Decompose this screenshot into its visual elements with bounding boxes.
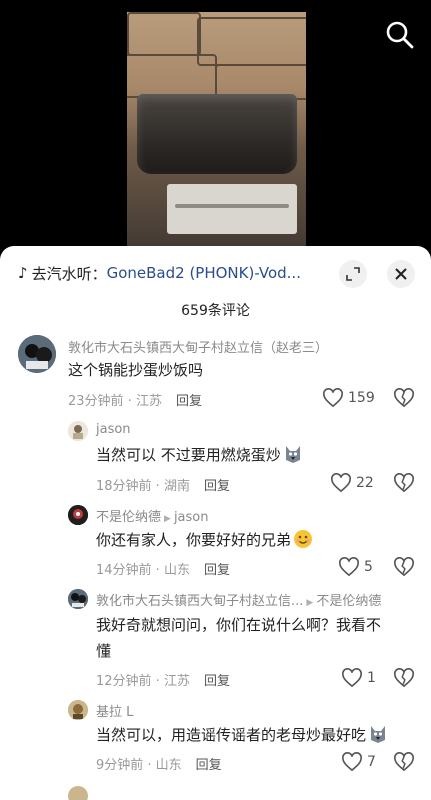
music-note-icon: ♪ [18,264,28,282]
broken-heart-icon[interactable] [393,388,415,408]
like-count: 7 [367,754,376,770]
comment-text: 这个锅能抄蛋炒饭吗 [68,361,204,379]
comment-time: 18分钟前 · 湖南 [96,479,190,494]
heart-icon [331,473,351,493]
search-icon[interactable] [385,20,415,50]
comment-username[interactable]: 基拉 L [96,701,133,720]
avatar[interactable] [68,700,88,720]
reply-target[interactable]: 不是伦纳德 [316,594,381,609]
broken-heart-icon[interactable] [393,668,415,688]
comment-time: 14分钟前 · 山东 [96,563,190,578]
wolf-emoji-icon [285,446,300,463]
comment-username: 敦化市大石头镇西大甸子村赵立信... ▶ 不是伦纳德 [96,594,382,609]
iron-pot [137,94,297,174]
comment-meta: 12分钟前 · 江苏 回复 [96,670,230,689]
comment-meta: 14分钟前 · 山东 回复 [96,559,230,578]
close-icon[interactable] [387,260,415,288]
broken-heart-icon[interactable] [393,473,415,493]
comment-time: 12分钟前 · 江苏 [96,674,190,689]
comment-count: 659条评论 [181,303,250,319]
comment-meta: 23分钟前 · 江苏 回复 [68,390,202,409]
music-song-title[interactable]: GoneBad2 (PHONK)-Vod... [107,264,301,282]
like-button[interactable]: 1 [341,668,376,688]
heart-icon [323,388,343,408]
comment-meta: 18分钟前 · 湖南 回复 [96,475,230,494]
heart-icon [342,668,362,688]
stone-block [127,54,217,98]
broken-heart-icon[interactable] [393,752,415,772]
like-button[interactable]: 5 [338,557,373,577]
like-count: 22 [356,475,374,491]
comment-meta: 9分钟前 · 山东 回复 [96,754,222,773]
reply-arrow-icon: ▶ [306,598,314,608]
heart-icon [339,557,359,577]
comment-text: 我好奇就想问问，你们在说什么啊？我看不 [96,616,382,634]
comment-text: 当然可以 不过要用燃烧蛋炒 [96,442,303,468]
like-count: 1 [367,670,376,686]
like-count: 159 [348,390,375,406]
exhibit-plaque [167,184,297,234]
like-button[interactable]: 159 [322,388,375,408]
reply-target[interactable]: jason [174,510,209,525]
comment-sheet: ♪ 去汽水听： GoneBad2 (PHONK)-Vod... 659条评论 敦… [0,246,431,800]
comment-text: 你还有家人，你要好好的兄弟 [96,527,313,553]
avatar[interactable] [68,421,88,441]
broken-heart-icon[interactable] [393,557,415,577]
comment-text-continued: 懂 [96,642,112,660]
comment-username[interactable]: jason [96,422,131,437]
stone-block [127,12,201,56]
reply-button[interactable]: 回复 [204,674,230,689]
avatar[interactable] [68,589,88,609]
comment-text: 当然可以，用造谣传谣者的老母炒最好吃 [96,722,388,748]
reply-arrow-icon: ▶ [164,514,171,524]
comment-username[interactable]: 敦化市大石头镇西大甸子村赵立信（赵老三） [68,337,328,356]
reply-button[interactable]: 回复 [196,758,222,773]
reply-button[interactable]: 回复 [204,479,230,494]
avatar[interactable] [68,786,88,800]
reply-button[interactable]: 回复 [204,563,230,578]
wolf-emoji-icon [371,726,386,743]
music-prefix: 去汽水听： [31,264,107,283]
video-player[interactable] [0,0,431,262]
smile-emoji-icon [294,530,313,548]
expand-icon[interactable] [339,260,367,288]
reply-button[interactable]: 回复 [176,394,202,409]
avatar[interactable] [68,505,88,525]
like-button[interactable]: 22 [330,473,374,493]
comment-username: 不是伦纳德 ▶ jason [96,510,209,525]
comment-time: 9分钟前 · 山东 [96,758,182,773]
comment-time: 23分钟前 · 江苏 [68,394,162,409]
like-button[interactable]: 7 [341,752,376,772]
avatar[interactable] [18,335,56,373]
heart-icon [342,752,362,772]
video-frame [127,12,306,262]
like-count: 5 [364,559,373,575]
